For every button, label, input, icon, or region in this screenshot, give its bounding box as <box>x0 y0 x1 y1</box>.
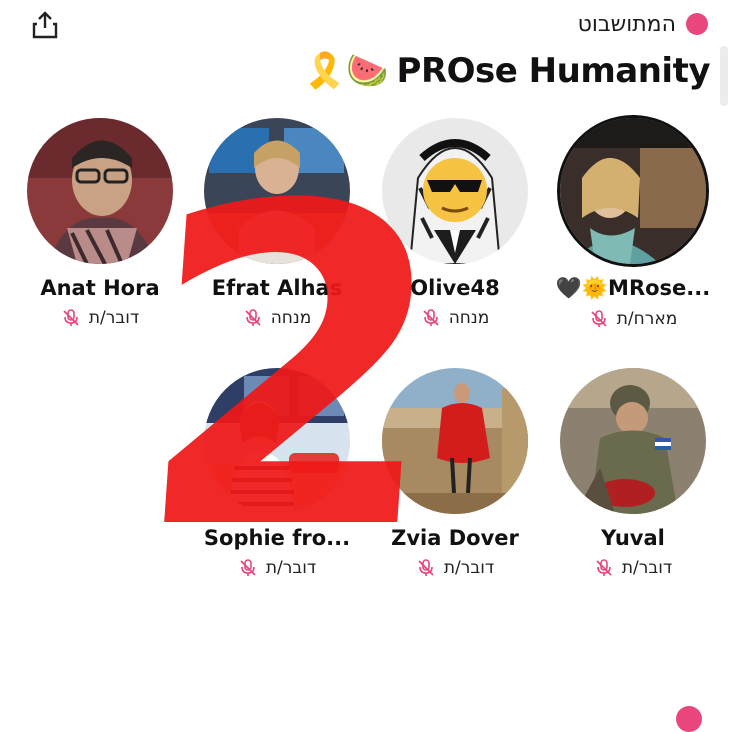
live-dot-icon <box>686 13 708 35</box>
mic-muted-icon <box>423 309 439 326</box>
participant-name: Anat Hora <box>40 276 160 300</box>
participant-role-row: דובר/ת <box>365 558 545 578</box>
avatar[interactable] <box>382 118 528 264</box>
mic-muted-icon <box>245 309 261 326</box>
mic-muted-icon <box>63 309 79 326</box>
participant-anat-hora[interactable]: Anat Hora דובר/ת <box>10 118 190 328</box>
scrollbar[interactable] <box>720 46 728 106</box>
participant-role-row: דובר/ת <box>187 558 367 578</box>
participant-name: Zvia Dover <box>391 526 519 550</box>
participant-role-row: דובר/ת <box>543 558 723 578</box>
room-status: המתושבוט <box>578 10 708 38</box>
participant-name: Olive48 <box>410 276 500 300</box>
avatar[interactable] <box>560 118 706 264</box>
participant-role: דובר/ת <box>443 558 495 578</box>
status-label: המתושבוט <box>577 11 676 37</box>
participant-role-row: דובר/ת <box>10 308 190 328</box>
bottom-action-dot-icon[interactable] <box>676 706 702 732</box>
avatar[interactable] <box>560 368 706 514</box>
participant-zvia-dover[interactable]: Zvia Dover דובר/ת <box>365 368 545 578</box>
participant-role-row: מנחה <box>187 308 367 328</box>
participant-name: 🖤🌞MRose... <box>555 276 711 300</box>
participant-sophie[interactable]: Sophie fro... דובר/ת <box>187 368 367 578</box>
participant-role: דובר/ת <box>621 558 673 578</box>
mic-muted-icon <box>240 559 256 576</box>
participant-name: Sophie fro... <box>203 526 351 550</box>
participant-name: Efrat Alhas <box>211 276 343 300</box>
avatar[interactable] <box>382 368 528 514</box>
mic-muted-icon <box>596 559 612 576</box>
room-title: PROse Humanity <box>396 51 711 91</box>
participant-efrat-alhas[interactable]: Efrat Alhas מנחה <box>187 118 367 328</box>
participant-mrose[interactable]: 🖤🌞MRose... מארח/ת <box>543 118 723 329</box>
participant-yuval[interactable]: Yuval דובר/ת <box>543 368 723 578</box>
avatar[interactable] <box>204 118 350 264</box>
participant-role-row: מנחה <box>365 308 545 328</box>
mic-muted-icon <box>418 559 434 576</box>
participant-role: דובר/ת <box>265 558 317 578</box>
participant-role: מנחה <box>270 308 312 328</box>
participant-role: דובר/ת <box>88 308 140 328</box>
share-icon <box>32 11 58 39</box>
participant-role-row: מארח/ת <box>543 309 723 329</box>
avatar[interactable] <box>27 118 173 264</box>
avatar[interactable] <box>204 368 350 514</box>
participant-name: Yuval <box>601 526 665 550</box>
participant-olive48[interactable]: Olive48 מנחה <box>365 118 545 328</box>
share-button[interactable] <box>28 8 62 42</box>
participant-role: מארח/ת <box>616 309 678 329</box>
ribbon-watermelon-emoji: 🎗️🍉 <box>303 51 389 91</box>
participant-role: מנחה <box>448 308 490 328</box>
mic-muted-icon <box>591 310 607 327</box>
room-title-row: 🎗️🍉 PROse Humanity <box>303 46 711 96</box>
